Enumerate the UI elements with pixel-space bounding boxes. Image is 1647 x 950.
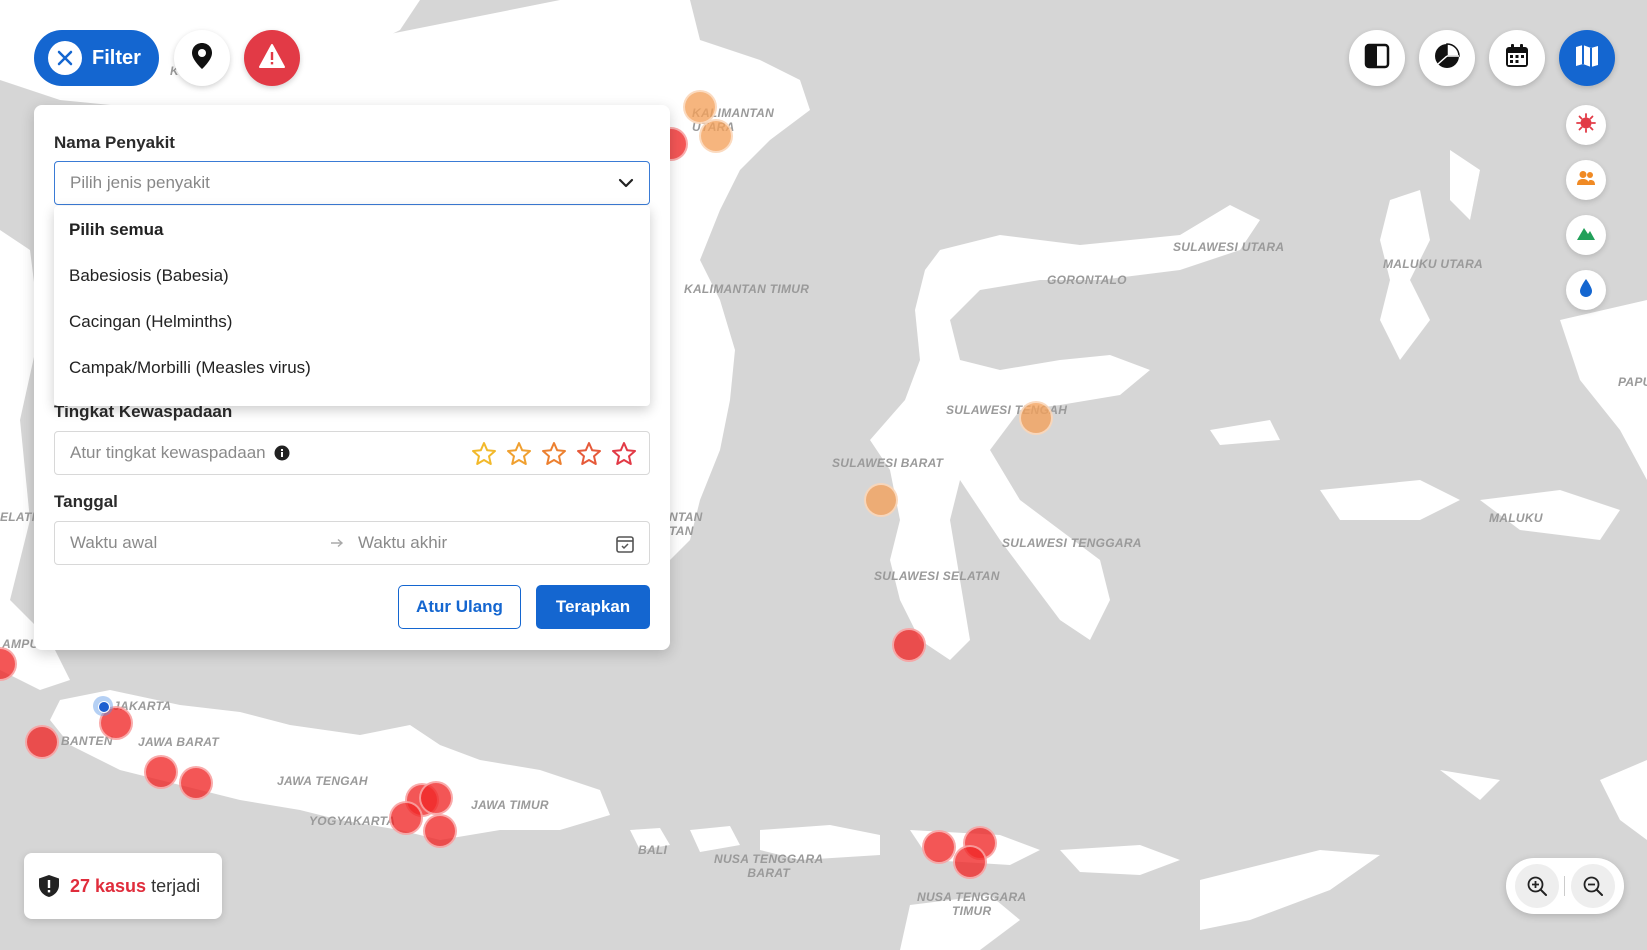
case-marker[interactable] <box>699 119 733 153</box>
case-marker[interactable] <box>922 830 956 864</box>
filter-panel: Nama Penyakit Pilih jenis penyakit Pilih… <box>34 105 670 650</box>
region-label-kalimantan-selatan: NTAN TAN <box>669 510 703 538</box>
case-marker[interactable] <box>144 755 178 789</box>
region-label-sulawesi-tenggara: SULAWESI TENGGARA <box>1002 536 1142 550</box>
case-marker[interactable] <box>423 814 457 848</box>
case-marker[interactable] <box>953 845 987 879</box>
shield-icon <box>38 874 60 898</box>
star-icon[interactable] <box>471 441 497 472</box>
zoom-out-icon <box>1582 875 1604 897</box>
info-icon <box>274 445 290 461</box>
case-count-suffix: terjadi <box>151 875 201 896</box>
map-view-button[interactable] <box>1559 30 1615 86</box>
zoom-divider <box>1564 876 1566 896</box>
calendar-icon[interactable] <box>615 534 635 554</box>
disease-select-placeholder: Pilih jenis penyakit <box>70 173 210 192</box>
region-label-jawa-tengah: JAWA TENGAH <box>277 774 368 788</box>
close-icon <box>48 41 82 75</box>
disease-field-label: Nama Penyakit <box>54 133 175 152</box>
star-icon[interactable] <box>541 441 567 472</box>
panel-toggle-button[interactable] <box>1349 30 1405 86</box>
case-marker[interactable] <box>892 628 926 662</box>
case-marker[interactable] <box>389 801 423 835</box>
sidebar-layout-icon <box>1364 43 1390 74</box>
alert-level-placeholder: Atur tingkat kewaspadaan <box>70 443 266 462</box>
dropdown-option-select-all[interactable]: Pilih semua <box>69 220 163 240</box>
layer-population-button[interactable] <box>1566 160 1606 200</box>
zoom-out-button[interactable] <box>1571 864 1616 908</box>
region-label-ntb: NUSA TENGGARA BARAT <box>714 852 824 880</box>
virus-icon <box>1576 112 1596 138</box>
region-label-bali: BALI <box>638 843 668 857</box>
star-icon[interactable] <box>611 441 637 472</box>
star-icon[interactable] <box>576 441 602 472</box>
alert-level-stars <box>471 441 637 472</box>
date-field-label: Tanggal <box>54 492 118 511</box>
date-end-placeholder[interactable]: Waktu akhir <box>358 533 447 553</box>
filter-toggle-button[interactable]: Filter <box>34 30 159 86</box>
zoom-in-icon <box>1526 875 1548 897</box>
calendar-view-button[interactable] <box>1489 30 1545 86</box>
disease-select[interactable]: Pilih jenis penyakit <box>54 161 650 205</box>
case-marker[interactable] <box>1019 401 1053 435</box>
layer-terrain-button[interactable] <box>1566 215 1606 255</box>
zoom-controls <box>1506 858 1624 914</box>
region-label-kalimantan-timur: KALIMANTAN TIMUR <box>684 282 810 296</box>
zoom-in-button[interactable] <box>1514 864 1559 908</box>
location-button[interactable] <box>174 30 230 86</box>
dropdown-option[interactable]: Babesiosis (Babesia) <box>69 266 229 286</box>
case-marker[interactable] <box>864 483 898 517</box>
mountain-icon <box>1576 225 1596 246</box>
region-label-gorontalo: GORONTALO <box>1047 273 1127 287</box>
region-label-maluku: MALUKU <box>1489 511 1543 525</box>
chart-view-button[interactable] <box>1419 30 1475 86</box>
alert-level-input[interactable]: Atur tingkat kewaspadaan <box>54 431 650 475</box>
alert-button[interactable] <box>244 30 300 86</box>
region-label-sulawesi-barat: SULAWESI BARAT <box>832 456 944 470</box>
pie-chart-icon <box>1433 42 1461 75</box>
chevron-down-icon <box>617 174 635 197</box>
dropdown-option[interactable]: Campak/Morbilli (Measles virus) <box>69 358 311 378</box>
map-pin-icon <box>191 42 213 75</box>
filter-button-label: Filter <box>92 46 141 69</box>
star-icon[interactable] <box>506 441 532 472</box>
disease-dropdown-menu: Pilih semua Babesiosis (Babesia) Cacinga… <box>54 206 650 406</box>
case-count: 27 kasus <box>70 875 147 896</box>
calendar-icon <box>1504 43 1530 74</box>
water-drop-icon <box>1578 278 1594 303</box>
region-label-yogyakarta: YOGYAKARTA <box>309 814 396 828</box>
region-label-belitung: ELATI <box>0 510 36 524</box>
warning-icon <box>258 43 286 74</box>
date-start-placeholder[interactable]: Waktu awal <box>70 533 330 553</box>
region-label-sulawesi-utara: SULAWESI UTARA <box>1173 240 1285 254</box>
date-range-input[interactable]: Waktu awal Waktu akhir <box>54 521 650 565</box>
layer-water-button[interactable] <box>1566 270 1606 310</box>
apply-button[interactable]: Terapkan <box>536 585 650 629</box>
case-count-badge: 27 kasus terjadi <box>24 853 222 919</box>
region-label-ntt: NUSA TENGGARA TIMUR <box>917 890 1027 918</box>
current-location-dot <box>93 696 113 716</box>
people-icon <box>1576 170 1596 191</box>
region-label-maluku-utara: MALUKU UTARA <box>1383 257 1484 271</box>
reset-button[interactable]: Atur Ulang <box>398 585 521 629</box>
case-marker[interactable] <box>419 781 453 815</box>
region-label-sulawesi-selatan: SULAWESI SELATAN <box>874 569 1000 583</box>
dropdown-option[interactable]: Cacingan (Helminths) <box>69 312 232 332</box>
region-label-papua: PAPU <box>1618 375 1647 389</box>
arrow-right-icon <box>330 538 344 548</box>
region-label-jawa-barat: JAWA BARAT <box>138 735 219 749</box>
region-label-jawa-timur: JAWA TIMUR <box>471 798 549 812</box>
layer-virus-button[interactable] <box>1566 105 1606 145</box>
map-icon <box>1574 43 1600 74</box>
case-marker[interactable] <box>179 766 213 800</box>
case-marker[interactable] <box>25 725 59 759</box>
